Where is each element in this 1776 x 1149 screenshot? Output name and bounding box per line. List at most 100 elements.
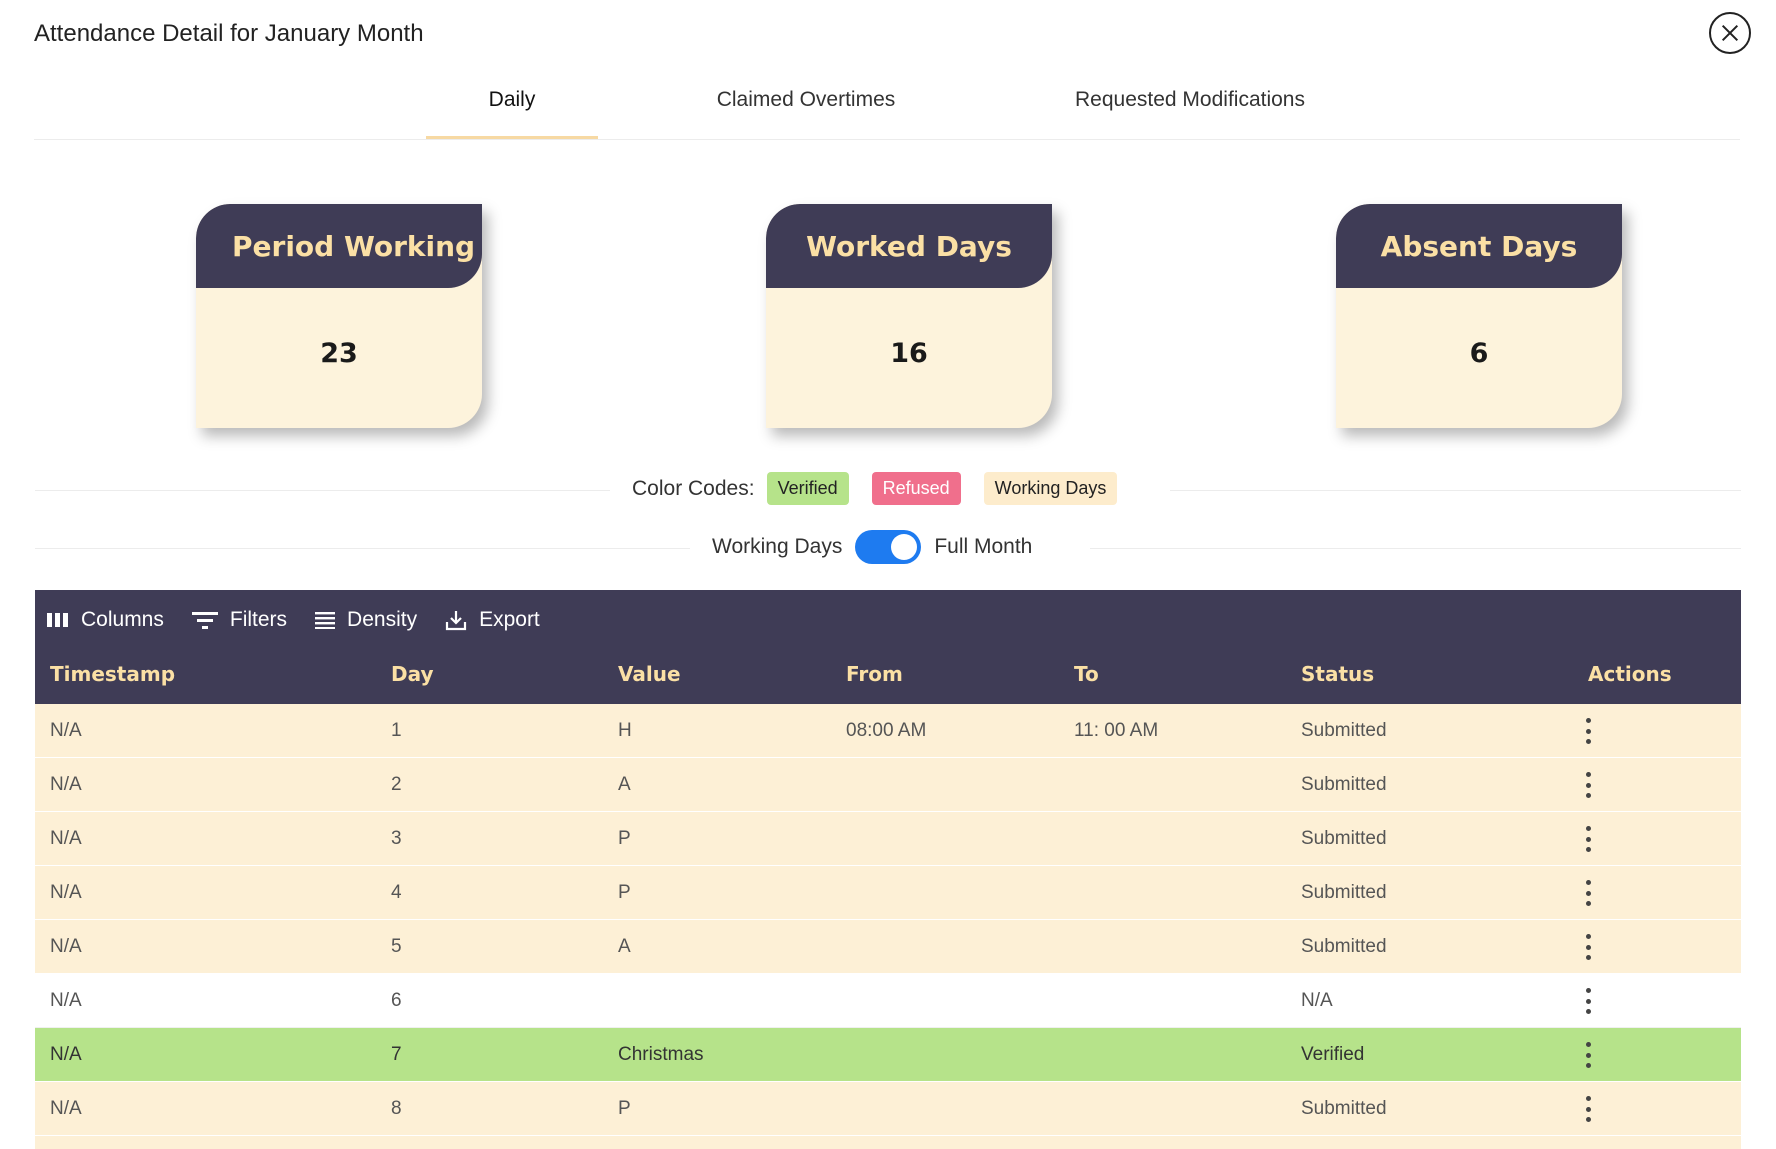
table-toolbar: Columns Filters Density Export	[47, 608, 568, 632]
table-row[interactable]: N/A 1 H 08:00 AM 11: 00 AM Submitted	[35, 704, 1741, 758]
cell-timestamp: N/A	[50, 1098, 82, 1119]
active-tab-indicator	[426, 136, 598, 139]
cell-day: 8	[391, 1098, 402, 1119]
table-row[interactable]: N/A 5 A Submitted	[35, 920, 1741, 974]
cell-value: Christmas	[618, 1044, 704, 1065]
filters-button[interactable]: Filters	[191, 608, 288, 632]
working-days-chip: Working Days	[983, 472, 1118, 505]
column-header-to[interactable]: To	[1074, 662, 1099, 686]
view-toggle-switch[interactable]	[855, 530, 922, 564]
column-header-status[interactable]: Status	[1301, 662, 1374, 686]
full-month-option[interactable]: Full Month	[934, 535, 1032, 559]
cell-value: P	[618, 828, 631, 849]
cell-day: 2	[391, 774, 402, 795]
table-row[interactable]: N/A 8 P Submitted	[35, 1082, 1741, 1136]
density-icon	[315, 612, 336, 629]
cell-value: A	[618, 936, 631, 957]
density-label: Density	[347, 608, 418, 631]
card-title: Period Working	[232, 229, 476, 263]
table-row[interactable]: N/A 7 Christmas Verified	[35, 1028, 1741, 1082]
close-icon	[1721, 24, 1739, 42]
attendance-table: Columns Filters Density Export Timestamp…	[35, 590, 1741, 1149]
tab-requested-modifications[interactable]: Requested Modifications	[1044, 88, 1336, 112]
more-vert-icon[interactable]	[1576, 934, 1600, 960]
cell-status: Submitted	[1301, 936, 1387, 957]
cell-timestamp: N/A	[50, 882, 82, 903]
working-days-option[interactable]: Working Days	[712, 535, 842, 559]
cell-timestamp: N/A	[50, 774, 82, 795]
more-vert-icon[interactable]	[1576, 826, 1600, 852]
table-header: Columns Filters Density Export Timestamp…	[35, 590, 1741, 704]
cell-timestamp: N/A	[50, 1044, 82, 1065]
column-header-day[interactable]: Day	[391, 662, 434, 686]
card-title: Worked Days	[806, 229, 1012, 263]
cell-day: 5	[391, 936, 402, 957]
cell-status: Submitted	[1301, 720, 1387, 741]
table-row[interactable]: N/A 6 N/A	[35, 974, 1741, 1028]
tab-bar: Daily Claimed Overtimes Requested Modifi…	[34, 70, 1740, 140]
cell-day: 6	[391, 990, 402, 1011]
cell-timestamp: N/A	[50, 990, 82, 1011]
cell-status: Submitted	[1301, 882, 1387, 903]
table-row[interactable]: N/A 3 P Submitted	[35, 812, 1741, 866]
cell-day: 4	[391, 882, 402, 903]
cell-value: H	[618, 720, 632, 741]
color-codes-label: Color Codes:	[632, 476, 755, 500]
worked-days-card: Worked Days 16	[766, 204, 1052, 428]
tab-daily[interactable]: Daily	[426, 88, 598, 112]
cell-status: Submitted	[1301, 828, 1387, 849]
more-vert-icon[interactable]	[1576, 772, 1600, 798]
color-codes: Color Codes: Verified Refused Working Da…	[632, 472, 1140, 505]
cell-day: 7	[391, 1044, 402, 1065]
export-button[interactable]: Export	[445, 608, 540, 632]
more-vert-icon[interactable]	[1576, 1096, 1600, 1122]
more-vert-icon[interactable]	[1576, 1042, 1600, 1068]
cell-to: 11: 00 AM	[1074, 720, 1159, 741]
cell-timestamp: N/A	[50, 720, 82, 741]
divider	[1090, 548, 1741, 549]
cell-value: P	[618, 1098, 631, 1119]
divider	[35, 490, 610, 491]
export-label: Export	[479, 608, 540, 631]
density-button[interactable]: Density	[315, 608, 417, 632]
table-body: N/A 1 H 08:00 AM 11: 00 AM Submitted N/A 2 A Subm…	[35, 704, 1741, 1149]
column-header-from[interactable]: From	[846, 662, 903, 686]
cell-from: 08:00 AM	[846, 720, 927, 741]
table-row[interactable]: N/A 2 A Submitted	[35, 758, 1741, 812]
column-header-value[interactable]: Value	[618, 662, 681, 686]
more-vert-icon[interactable]	[1576, 880, 1600, 906]
toggle-knob	[891, 534, 918, 560]
card-value: 23	[320, 338, 358, 369]
cell-day: 1	[391, 720, 402, 741]
refused-chip: Refused	[871, 472, 961, 505]
cell-value: A	[618, 774, 631, 795]
divider	[1170, 490, 1741, 491]
more-vert-icon[interactable]	[1576, 718, 1600, 744]
columns-icon	[47, 613, 68, 627]
cell-status: Verified	[1301, 1044, 1365, 1065]
download-icon	[445, 611, 467, 631]
card-title: Absent Days	[1380, 229, 1578, 263]
cell-status: Submitted	[1301, 1098, 1387, 1119]
filter-icon	[191, 612, 218, 629]
columns-button[interactable]: Columns	[47, 608, 164, 632]
table-row[interactable]: N/A 4 P Submitted	[35, 866, 1741, 920]
filters-label: Filters	[229, 608, 288, 631]
columns-label: Columns	[81, 608, 164, 631]
cell-value: P	[618, 882, 631, 903]
column-header-timestamp[interactable]: Timestamp	[50, 662, 175, 686]
cell-day: 3	[391, 828, 402, 849]
more-vert-icon[interactable]	[1576, 988, 1600, 1014]
view-toggle: Working Days Full Month	[712, 530, 1032, 564]
tab-claimed-overtimes[interactable]: Claimed Overtimes	[690, 88, 922, 112]
cell-status: Submitted	[1301, 774, 1387, 795]
card-value: 6	[1469, 338, 1489, 369]
cell-timestamp: N/A	[50, 936, 82, 957]
table-row[interactable]	[35, 1136, 1741, 1149]
close-button[interactable]	[1709, 12, 1751, 54]
verified-chip: Verified	[766, 472, 849, 505]
divider	[35, 548, 690, 549]
period-working-card: Period Working 23	[196, 204, 482, 428]
absent-days-card: Absent Days 6	[1336, 204, 1622, 428]
dialog-title: Attendance Detail for January Month	[34, 20, 424, 47]
